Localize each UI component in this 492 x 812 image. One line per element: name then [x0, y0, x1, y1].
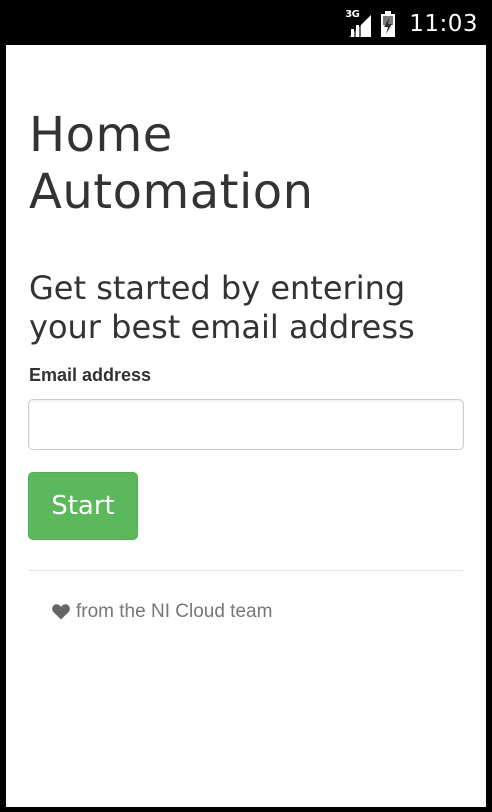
page-title-line-2: Automation [29, 164, 314, 220]
battery-charging-icon [381, 11, 396, 37]
app-screen: Home Automation Get started by entering … [6, 45, 486, 807]
intro-heading-line-2: your best email address [29, 308, 415, 346]
heart-icon [52, 604, 70, 620]
network-type-label: 3G [345, 9, 360, 20]
start-button[interactable]: Start [28, 472, 138, 540]
divider [29, 570, 463, 571]
signal-icon: 3G [345, 9, 372, 37]
status-clock: 11:03 [409, 11, 478, 37]
page-title: Home Automation [29, 107, 314, 221]
footer-credit: from the NI Cloud team [52, 601, 272, 623]
status-icons: 3G 11:03 [345, 9, 478, 38]
intro-heading-line-1: Get started by entering [29, 269, 406, 307]
email-label: Email address [29, 365, 152, 385]
email-field[interactable] [28, 399, 464, 450]
footer-text: from the NI Cloud team [76, 601, 273, 622]
page-title-line-1: Home [29, 107, 173, 163]
status-bar: 3G 11:03 [0, 0, 492, 45]
intro-heading: Get started by entering your best email … [29, 269, 479, 347]
